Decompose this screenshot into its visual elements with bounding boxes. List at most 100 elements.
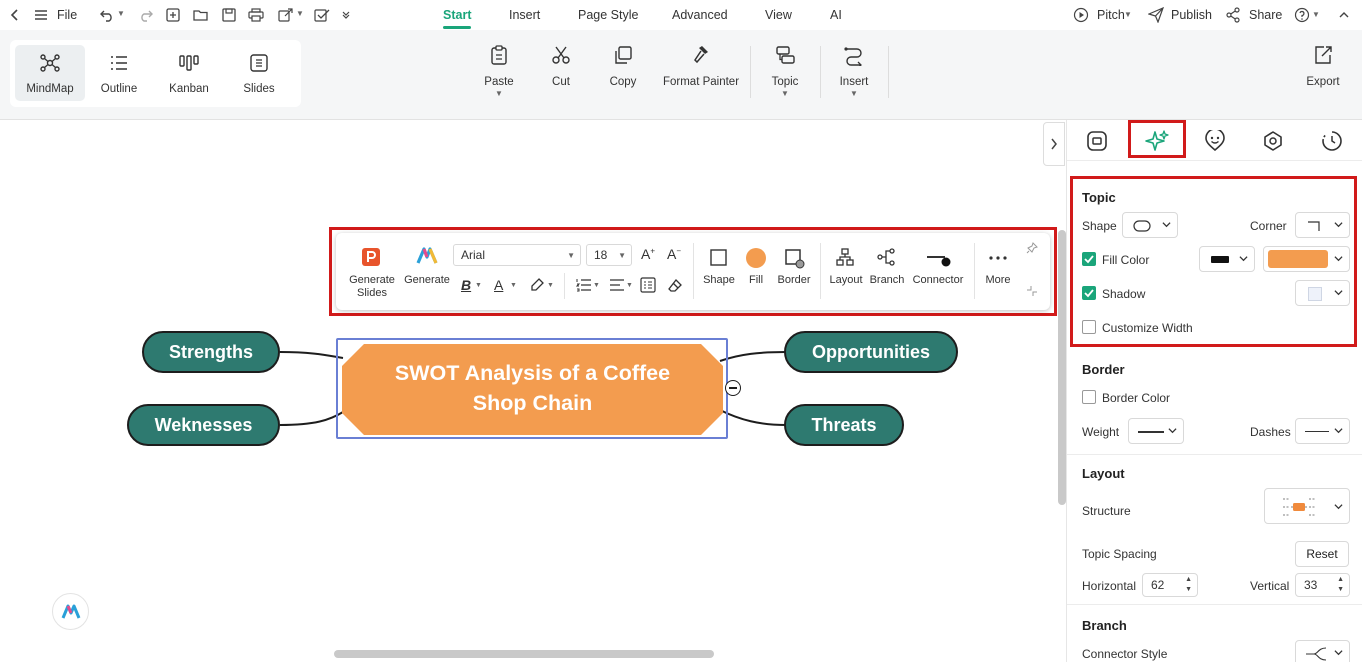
weight-dropdown[interactable] [1128,418,1184,444]
export-share-icon[interactable] [277,6,295,24]
tab-ai[interactable]: AI [830,8,842,22]
font-size-select[interactable]: 18 ▼ [586,244,632,266]
layout-button[interactable]: Layout [827,247,865,287]
collapse-branch-icon[interactable] [725,380,741,396]
vertical-spacing-input[interactable]: 33 ▲ ▼ [1295,573,1350,597]
open-folder-icon[interactable] [192,6,210,24]
publish-icon[interactable] [1147,6,1165,24]
decrease-font-icon[interactable]: A− [667,246,681,262]
horizontal-scrollbar[interactable] [334,650,714,658]
view-outline-button[interactable]: Outline [84,45,154,101]
new-file-icon[interactable] [164,6,182,24]
shape-dropdown[interactable] [1122,212,1178,238]
more-button[interactable]: More [982,247,1014,287]
align-caret-icon[interactable]: ▼ [626,282,633,289]
text-format-icon[interactable] [640,277,656,293]
generate-slides-button[interactable]: Generate Slides [346,247,398,300]
mindmap-canvas[interactable]: Strengths Weknesses Opportunities Threat… [0,120,1064,662]
publish-button[interactable]: Publish [1171,8,1212,22]
fill-color-dropdown[interactable] [1263,246,1350,272]
horizontal-spacing-input[interactable]: 62 ▲ ▼ [1142,573,1198,597]
pin-icon[interactable] [1026,242,1038,254]
border-button[interactable]: Border [774,247,814,287]
back-icon[interactable] [6,6,24,24]
tab-start[interactable]: Start [443,8,471,22]
pitch-icon[interactable] [1072,6,1090,24]
save-icon[interactable] [220,6,238,24]
more-caret-icon[interactable] [337,6,355,24]
undo-icon[interactable] [98,6,116,24]
undo-caret-icon[interactable]: ▼ [117,9,125,18]
tab-insert[interactable]: Insert [509,8,540,22]
fill-color-checkbox[interactable] [1082,252,1096,266]
highlight-caret-icon[interactable]: ▼ [547,282,554,289]
share-icon[interactable] [1224,6,1242,24]
redo-icon[interactable] [137,6,155,24]
increase-font-icon[interactable]: A+ [641,246,655,262]
cut-button[interactable]: Cut [545,44,577,88]
fill-button[interactable]: Fill [740,247,772,287]
pitch-button[interactable]: Pitch [1097,8,1125,22]
reset-spacing-button[interactable]: Reset [1295,541,1349,567]
numbered-list-icon[interactable] [576,278,592,292]
topic-button[interactable]: Topic ▼ [766,44,804,98]
view-slides-button[interactable]: Slides [224,45,294,101]
panel-tab-icons[interactable] [1202,128,1228,154]
ai-generate-button[interactable]: Generate [402,247,452,287]
file-menu[interactable]: File [57,8,77,22]
spinner-arrows-icon[interactable]: ▲ ▼ [1337,575,1344,595]
shrink-toolbar-icon[interactable] [1026,285,1038,297]
connector-style-dropdown[interactable] [1295,640,1350,662]
corner-dropdown[interactable] [1295,212,1350,238]
checklist-icon[interactable] [313,6,331,24]
view-kanban-button[interactable]: Kanban [154,45,224,101]
vertical-scrollbar[interactable] [1058,230,1066,505]
border-color-checkbox[interactable] [1082,390,1096,404]
panel-tab-theme[interactable] [1260,128,1286,154]
bold-icon[interactable]: B [461,277,471,293]
collapse-ribbon-icon[interactable] [1335,6,1353,24]
fill-pattern-dropdown[interactable] [1199,246,1255,272]
tab-advanced[interactable]: Advanced [672,8,728,22]
customize-width-checkbox[interactable] [1082,320,1096,334]
structure-dropdown[interactable] [1264,488,1350,524]
export-caret-icon[interactable]: ▼ [296,9,304,18]
shape-button[interactable]: Shape [700,247,738,287]
collapse-panel-button[interactable] [1043,122,1065,166]
node-strengths[interactable]: Strengths [142,331,280,373]
connector-button[interactable]: Connector [910,247,966,287]
paste-button[interactable]: Paste ▼ [480,44,518,98]
font-color-icon[interactable]: A [494,277,503,293]
view-mindmap-button[interactable]: MindMap [15,45,85,101]
node-weaknesses[interactable]: Weknesses [127,404,280,446]
export-button[interactable]: Export [1302,44,1344,88]
node-threats[interactable]: Threats [784,404,904,446]
clear-format-icon[interactable] [667,278,683,294]
panel-tab-style[interactable] [1084,128,1110,154]
align-icon[interactable] [609,278,625,292]
format-painter-button[interactable]: Format Painter [662,44,740,88]
hamburger-menu-icon[interactable] [32,6,50,24]
topic-caret-icon[interactable]: ▼ [766,89,804,98]
paste-caret-icon[interactable]: ▼ [480,89,518,98]
list-caret-icon[interactable]: ▼ [593,282,600,289]
node-opportunities[interactable]: Opportunities [784,331,958,373]
font-color-caret-icon[interactable]: ▼ [510,282,517,289]
print-icon[interactable] [247,6,265,24]
ai-assistant-icon[interactable] [52,593,89,630]
tab-page-style[interactable]: Page Style [578,8,638,22]
help-icon[interactable] [1293,6,1311,24]
share-button[interactable]: Share [1249,8,1282,22]
pitch-caret-icon[interactable]: ▼ [1124,10,1132,19]
branch-button[interactable]: Branch [868,247,906,287]
insert-button[interactable]: Insert ▼ [835,44,873,98]
panel-tab-ai[interactable] [1144,128,1170,154]
insert-caret-icon[interactable]: ▼ [835,89,873,98]
tab-view[interactable]: View [765,8,792,22]
help-caret-icon[interactable]: ▼ [1312,10,1320,19]
font-family-select[interactable]: Arial ▼ [453,244,581,266]
highlight-icon[interactable] [529,277,545,293]
panel-tab-history[interactable] [1319,128,1345,154]
copy-button[interactable]: Copy [606,44,640,88]
shadow-color-dropdown[interactable] [1295,280,1350,306]
